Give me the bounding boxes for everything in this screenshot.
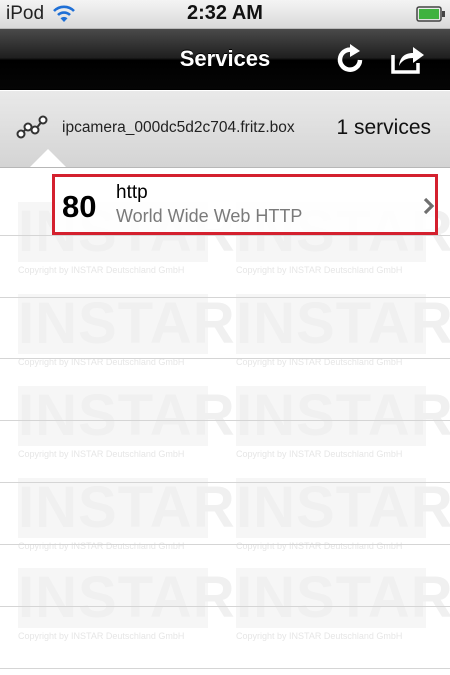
watermark-copyright: Copyright by INSTAR Deutschland GmbH [236, 265, 403, 275]
watermark-copyright: Copyright by INSTAR Deutschland GmbH [18, 541, 185, 551]
watermark-copyright: Copyright by INSTAR Deutschland GmbH [18, 449, 185, 459]
row-divider [0, 420, 450, 421]
watermark: INSTAR Copyright by INSTAR Deutschland G… [18, 565, 236, 648]
watermark-copyright: Copyright by INSTAR Deutschland GmbH [18, 265, 185, 275]
watermark-text: INSTAR [236, 383, 450, 448]
page-title: Services [179, 46, 271, 71]
watermark: INSTAR Copyright by INSTAR Deutschland G… [236, 383, 450, 466]
status-bar: iPod 2:32 AM [0, 0, 450, 29]
watermark-text: INSTAR [18, 383, 236, 448]
watermark-copyright: Copyright by INSTAR Deutschland GmbH [236, 631, 403, 641]
watermark: INSTAR Copyright by INSTAR Deutschland G… [236, 291, 450, 374]
watermark: INSTAR Copyright by INSTAR Deutschland G… [236, 475, 450, 558]
watermark-text: INSTAR [236, 565, 450, 630]
service-description: World Wide Web HTTP [116, 206, 303, 226]
service-list: INSTAR Copyright by INSTAR Deutschland G… [0, 168, 450, 675]
watermark-text: INSTAR [18, 475, 236, 540]
watermark-copyright: Copyright by INSTAR Deutschland GmbH [236, 449, 403, 459]
share-button[interactable] [390, 41, 426, 77]
row-divider [0, 606, 450, 607]
row-divider [0, 297, 450, 298]
refresh-button[interactable] [333, 41, 369, 77]
watermark-copyright: Copyright by INSTAR Deutschland GmbH [18, 631, 185, 641]
watermark-text: INSTAR [236, 475, 450, 540]
host-header: ipcamera_000dc5d2c704.fritz.box 1 servic… [0, 91, 450, 168]
service-protocol: http [116, 182, 148, 203]
network-nodes-icon [16, 114, 48, 145]
watermark-text: INSTAR [18, 291, 236, 356]
clock: 2:32 AM [187, 2, 263, 24]
header-pointer [30, 149, 66, 167]
row-divider [0, 668, 450, 669]
chevron-right-icon [423, 197, 435, 220]
refresh-icon [337, 44, 363, 72]
watermark: INSTAR Copyright by INSTAR Deutschland G… [18, 383, 236, 466]
host-name: ipcamera_000dc5d2c704.fritz.box [62, 119, 295, 136]
navigation-bar: Services [0, 29, 450, 90]
share-icon [391, 47, 424, 74]
watermark: INSTAR Copyright by INSTAR Deutschland G… [18, 291, 236, 374]
row-divider [0, 358, 450, 359]
watermark: INSTAR Copyright by INSTAR Deutschland G… [18, 475, 236, 558]
watermark-text: INSTAR [236, 291, 450, 356]
row-divider [0, 235, 450, 236]
service-row-http[interactable]: 80 http World Wide Web HTTP [52, 174, 438, 235]
watermark-text: INSTAR [18, 565, 236, 630]
row-divider [0, 544, 450, 545]
watermark-copyright: Copyright by INSTAR Deutschland GmbH [236, 541, 403, 551]
watermark: INSTAR Copyright by INSTAR Deutschland G… [236, 565, 450, 648]
row-divider [0, 482, 450, 483]
service-count: 1 services [336, 116, 431, 139]
battery-icon [416, 6, 446, 27]
service-port: 80 [62, 189, 97, 224]
